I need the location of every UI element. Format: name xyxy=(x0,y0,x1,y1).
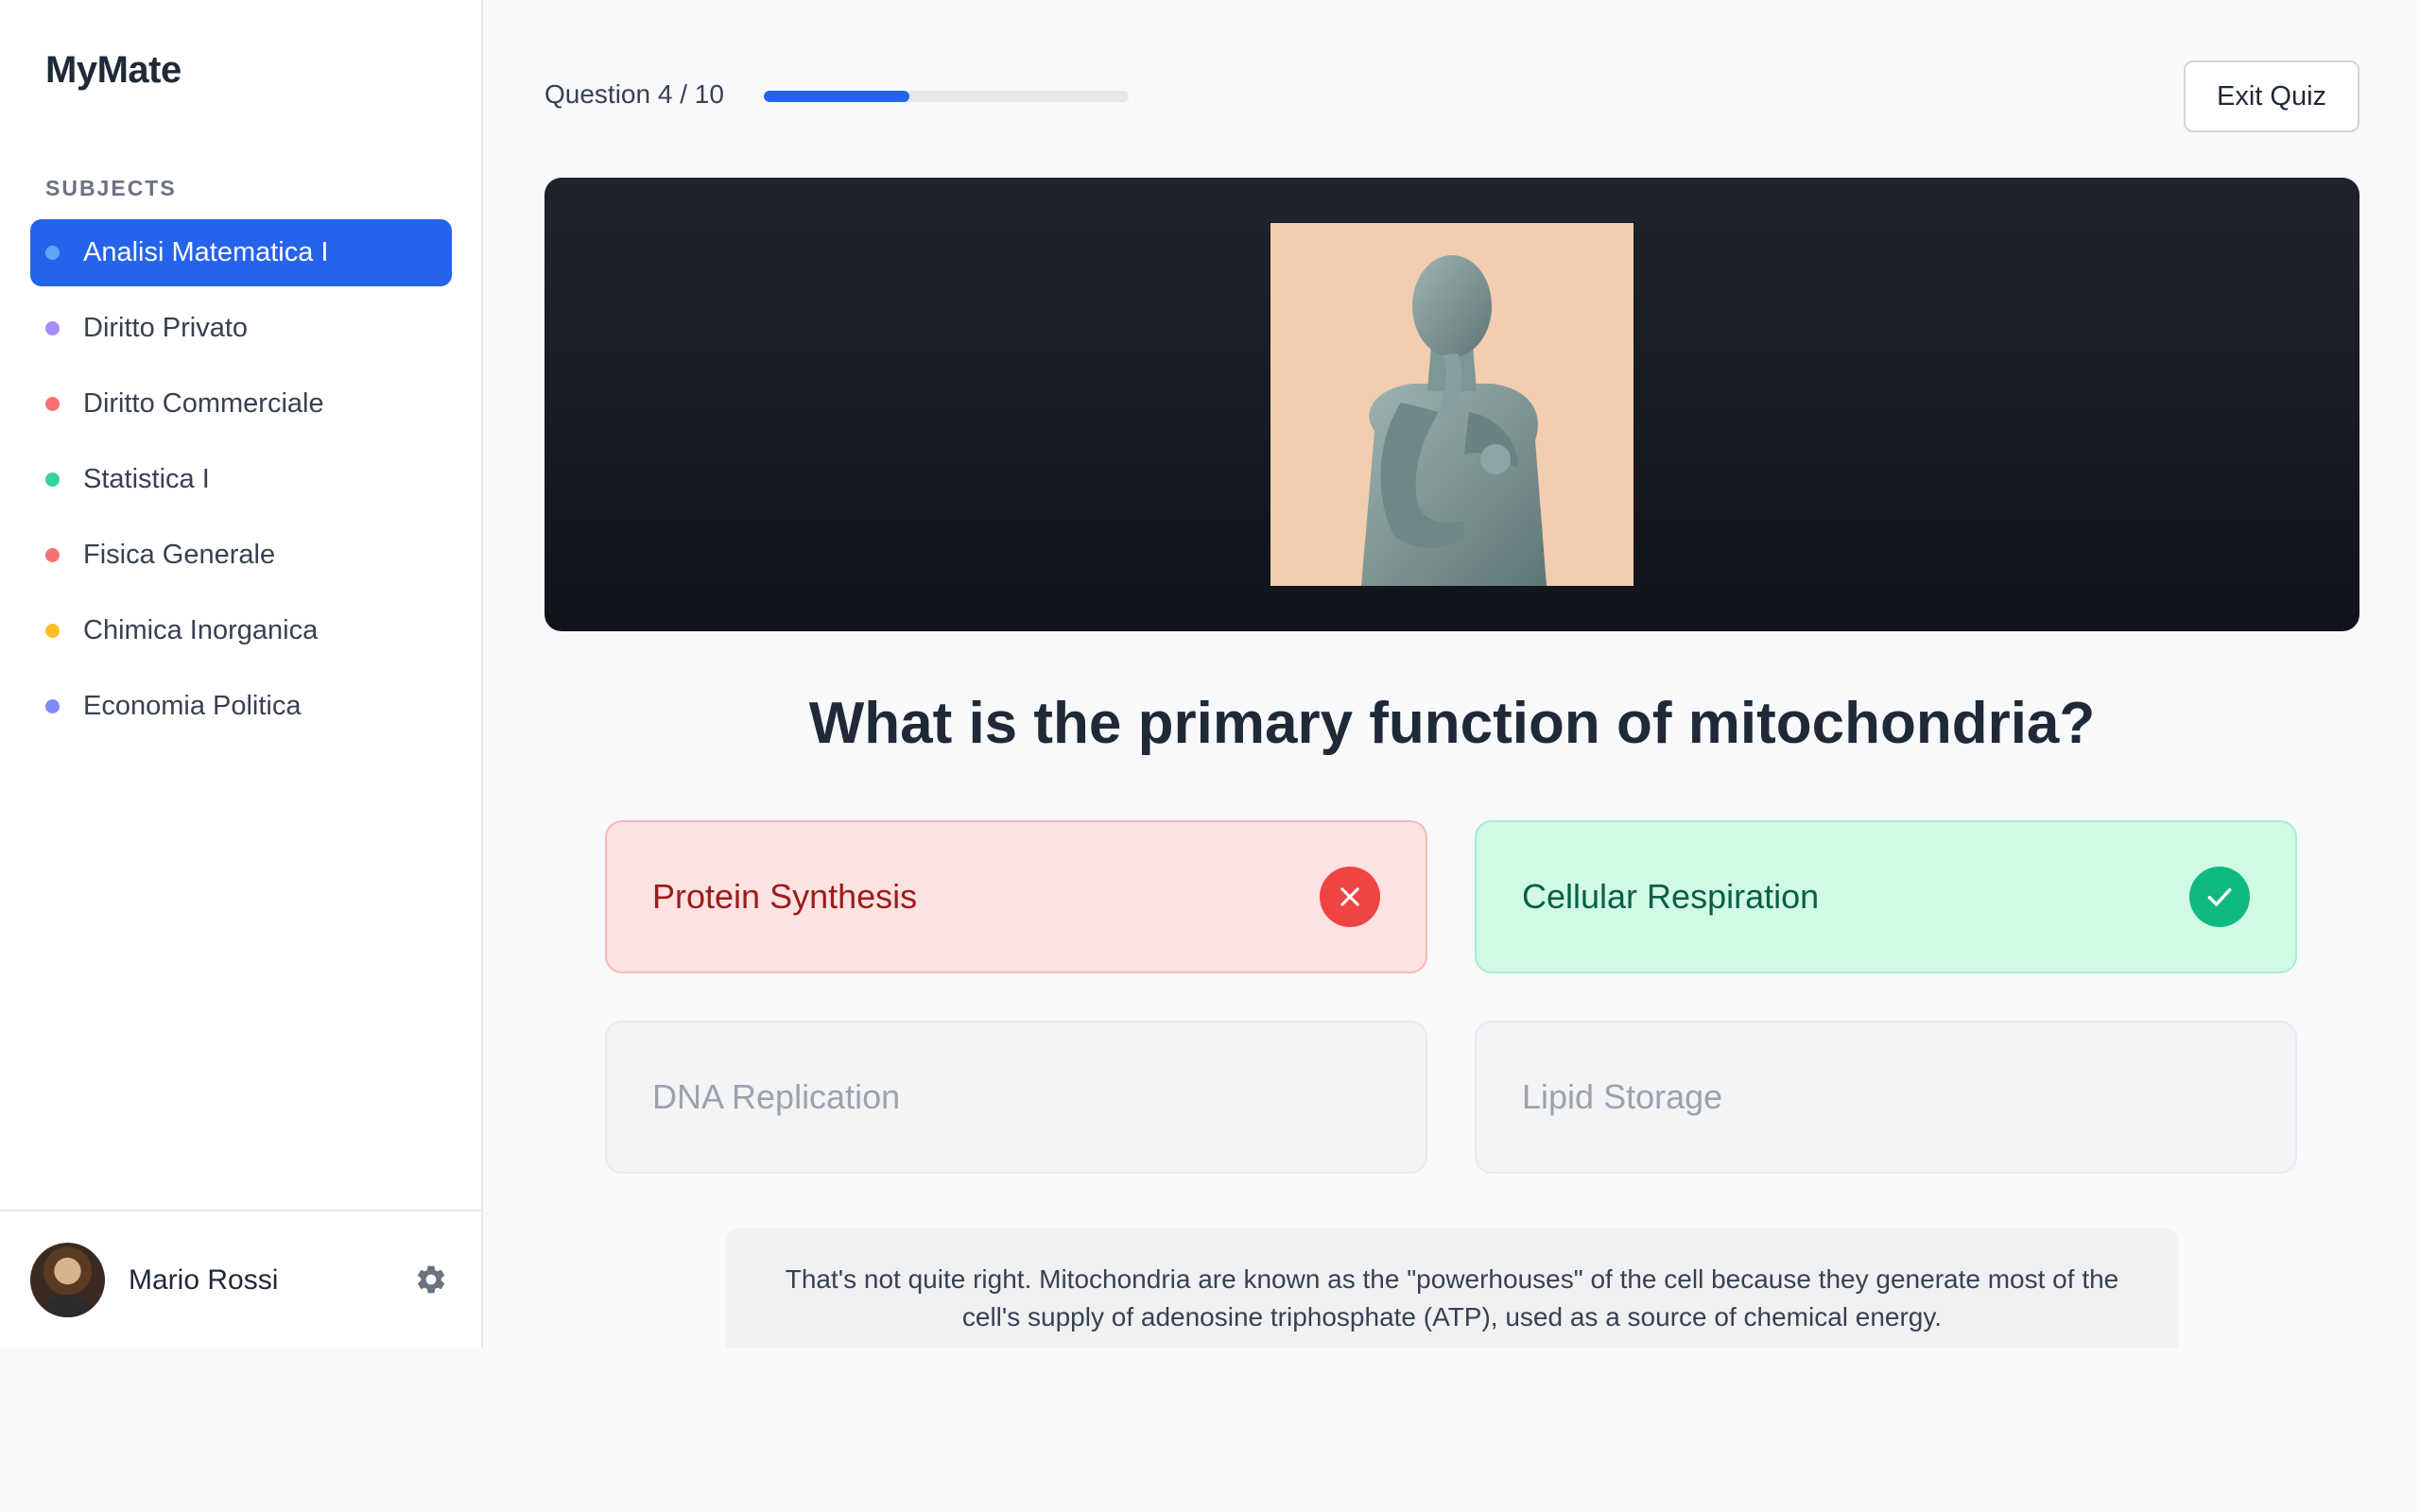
answer-feedback: That's not quite right. Mitochondria are… xyxy=(726,1228,2178,1348)
app-logo[interactable]: MyMate xyxy=(45,49,182,92)
user-profile-bar: Mario Rossi xyxy=(0,1210,481,1348)
sidebar-item-label: Fisica Generale xyxy=(83,540,276,570)
avatar[interactable] xyxy=(30,1243,105,1317)
question-media-panel xyxy=(544,178,2360,631)
question-progress-label: Question 4 / 10 xyxy=(544,79,724,109)
sidebar-item-label: Diritto Commerciale xyxy=(83,388,324,419)
subject-color-dot xyxy=(45,548,60,562)
sidebar-item-label: Statistica I xyxy=(83,464,210,494)
human-figure-statue-icon xyxy=(1361,255,1547,586)
answer-label: Lipid Storage xyxy=(1522,1077,1723,1116)
sidebar-item-diritto-commerciale[interactable]: Diritto Commerciale xyxy=(30,370,452,438)
answer-option-cellular-respiration[interactable]: Cellular Respiration xyxy=(1475,820,2297,973)
subject-color-dot xyxy=(45,699,60,713)
sidebar-item-label: Economia Politica xyxy=(83,691,302,721)
sidebar-item-label: Analisi Matematica I xyxy=(83,237,329,267)
question-text: What is the primary function of mitochon… xyxy=(808,691,2096,756)
user-name: Mario Rossi xyxy=(129,1264,279,1296)
quiz-progress-fill xyxy=(764,91,910,102)
sidebar-item-economia-politica[interactable]: Economia Politica xyxy=(30,673,452,740)
answer-label: Protein Synthesis xyxy=(652,877,918,916)
sidebar-item-chimica-inorganica[interactable]: Chimica Inorganica xyxy=(30,597,452,664)
answer-option-protein-synthesis[interactable]: Protein Synthesis xyxy=(605,820,1427,973)
avatar-shoulders xyxy=(38,1295,97,1317)
sidebar-item-fisica-generale[interactable]: Fisica Generale xyxy=(30,522,452,589)
subjects-section-label: SUBJECTS xyxy=(45,176,177,200)
answer-option-dna-replication[interactable]: DNA Replication xyxy=(605,1021,1427,1174)
sidebar-item-statistica[interactable]: Statistica I xyxy=(30,446,452,513)
quiz-progress-bar xyxy=(764,91,1129,102)
subject-color-dot xyxy=(45,246,60,260)
question-image xyxy=(1270,223,1634,586)
subject-color-dot xyxy=(45,397,60,411)
sidebar-item-analisi-matematica[interactable]: Analisi Matematica I xyxy=(30,219,452,286)
answer-option-lipid-storage[interactable]: Lipid Storage xyxy=(1475,1021,2297,1174)
subject-color-dot xyxy=(45,624,60,638)
exit-quiz-button[interactable]: Exit Quiz xyxy=(2184,60,2360,132)
sidebar: MyMate SUBJECTS Analisi Matematica I Dir… xyxy=(0,0,483,1348)
close-icon xyxy=(1320,867,1380,927)
sidebar-item-diritto-privato[interactable]: Diritto Privato xyxy=(30,295,452,362)
app-root: MyMate SUBJECTS Analisi Matematica I Dir… xyxy=(0,0,2420,1512)
gear-icon[interactable] xyxy=(412,1261,450,1298)
answer-label: DNA Replication xyxy=(652,1077,901,1116)
sidebar-item-label: Diritto Privato xyxy=(83,313,249,343)
subject-list: Analisi Matematica I Diritto Privato Dir… xyxy=(30,219,452,748)
answer-label: Cellular Respiration xyxy=(1522,877,1820,916)
subject-color-dot xyxy=(45,472,60,487)
sidebar-item-label: Chimica Inorganica xyxy=(83,615,319,645)
check-icon xyxy=(2189,867,2250,927)
subject-color-dot xyxy=(45,321,60,335)
